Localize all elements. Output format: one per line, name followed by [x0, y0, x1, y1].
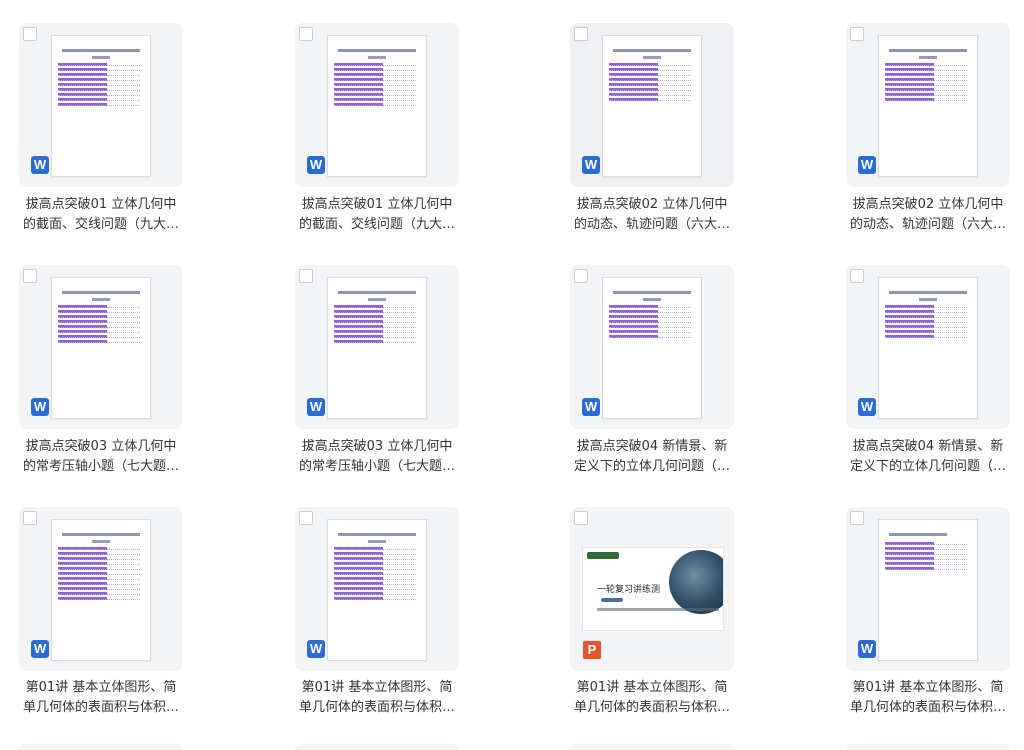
- file-thumbnail[interactable]: W: [19, 265, 183, 429]
- slide-title: 一轮复习讲练测: [597, 585, 661, 595]
- select-checkbox[interactable]: [23, 511, 37, 525]
- select-checkbox[interactable]: [850, 269, 864, 283]
- file-name-line2: 的截面、交线问题（九大…: [298, 217, 455, 232]
- document-preview: [878, 277, 978, 419]
- select-checkbox[interactable]: [23, 27, 37, 41]
- select-checkbox[interactable]: [299, 269, 313, 283]
- slide-photo: [669, 550, 723, 614]
- file-thumbnail[interactable]: W: [846, 23, 1010, 187]
- word-icon: W: [582, 398, 600, 416]
- slide-preview: 一轮复习讲练测: [582, 547, 724, 631]
- word-icon: W: [858, 640, 876, 658]
- file-name-line1: 拔高点突破03 立体几何中: [301, 439, 453, 454]
- file-name[interactable]: 拔高点突破01 立体几何中 的截面、交线问题（九大…: [295, 195, 459, 235]
- file-name-line1: 拔高点突破04 新情景、新: [852, 439, 1004, 454]
- document-preview: [602, 277, 702, 419]
- file-name-line2: 定义下的立体几何问题（…: [849, 459, 1006, 474]
- file-name-line1: 第01讲 基本立体图形、简: [301, 680, 453, 695]
- file-name-line1: 拔高点突破02 立体几何中: [852, 197, 1004, 212]
- file-thumbnail[interactable]: W: [19, 507, 183, 671]
- select-checkbox[interactable]: [23, 269, 37, 283]
- file-name-line2: 定义下的立体几何问题（…: [573, 459, 730, 474]
- file-thumbnail[interactable]: W: [846, 507, 1010, 671]
- file-name[interactable]: 拔高点突破02 立体几何中 的动态、轨迹问题（六大…: [570, 195, 734, 235]
- document-preview: [51, 35, 151, 177]
- file-name[interactable]: 第01讲 基本立体图形、简 单几何体的表面积与体积…: [295, 678, 459, 718]
- file-thumbnail-partial[interactable]: [19, 744, 183, 750]
- select-checkbox[interactable]: [850, 511, 864, 525]
- logo-icon: [587, 552, 619, 559]
- document-preview: [327, 35, 427, 177]
- file-thumbnail[interactable]: W: [570, 23, 734, 187]
- document-preview: [327, 277, 427, 419]
- file-name[interactable]: 拔高点突破02 立体几何中 的动态、轨迹问题（六大…: [846, 195, 1010, 235]
- word-icon: W: [307, 640, 325, 658]
- file-name-line2: 单几何体的表面积与体积…: [573, 700, 730, 715]
- document-preview: [327, 519, 427, 661]
- select-checkbox[interactable]: [850, 27, 864, 41]
- file-name-line1: 拔高点突破03 立体几何中: [25, 439, 177, 454]
- word-icon: W: [858, 156, 876, 174]
- file-name-line2: 单几何体的表面积与体积…: [22, 700, 179, 715]
- file-grid: W 拔高点突破01 立体几何中 的截面、交线问题（九大… W 拔高点突破01 立…: [0, 0, 1024, 750]
- file-thumbnail[interactable]: W: [295, 265, 459, 429]
- file-name-line2: 单几何体的表面积与体积…: [849, 700, 1006, 715]
- select-checkbox[interactable]: [299, 27, 313, 41]
- select-checkbox[interactable]: [574, 27, 588, 41]
- file-name[interactable]: 第01讲 基本立体图形、简 单几何体的表面积与体积…: [19, 678, 183, 718]
- file-name-line1: 第01讲 基本立体图形、简: [25, 680, 177, 695]
- file-name-line1: 拔高点突破04 新情景、新: [576, 439, 728, 454]
- file-name-line1: 拔高点突破02 立体几何中: [576, 197, 728, 212]
- file-name-line1: 第01讲 基本立体图形、简: [852, 680, 1004, 695]
- file-name[interactable]: 拔高点突破04 新情景、新 定义下的立体几何问题（…: [846, 437, 1010, 477]
- file-name-line2: 单几何体的表面积与体积…: [298, 700, 455, 715]
- file-thumbnail[interactable]: 一轮复习讲练测 P: [570, 507, 734, 671]
- file-name[interactable]: 第01讲 基本立体图形、简 单几何体的表面积与体积…: [570, 678, 734, 718]
- file-name[interactable]: 第01讲 基本立体图形、简 单几何体的表面积与体积…: [846, 678, 1010, 718]
- file-thumbnail[interactable]: W: [570, 265, 734, 429]
- file-name[interactable]: 拔高点突破01 立体几何中 的截面、交线问题（九大…: [19, 195, 183, 235]
- file-name-line2: 的常考压轴小题（七大题…: [22, 459, 179, 474]
- file-name-line1: 第01讲 基本立体图形、简: [576, 680, 728, 695]
- file-name-line2: 的动态、轨迹问题（六大…: [573, 217, 730, 232]
- document-preview: [878, 519, 978, 661]
- word-icon: W: [307, 156, 325, 174]
- select-checkbox[interactable]: [574, 269, 588, 283]
- file-thumbnail[interactable]: W: [295, 507, 459, 671]
- file-name[interactable]: 拔高点突破04 新情景、新 定义下的立体几何问题（…: [570, 437, 734, 477]
- word-icon: W: [31, 156, 49, 174]
- file-name-line1: 拔高点突破01 立体几何中: [301, 197, 453, 212]
- file-name-line2: 的常考压轴小题（七大题…: [298, 459, 455, 474]
- file-thumbnail[interactable]: W: [19, 23, 183, 187]
- file-name-line1: 拔高点突破01 立体几何中: [25, 197, 177, 212]
- word-icon: W: [858, 398, 876, 416]
- document-preview: [51, 277, 151, 419]
- file-thumbnail[interactable]: W: [846, 265, 1010, 429]
- document-preview: [602, 35, 702, 177]
- file-thumbnail[interactable]: W: [295, 23, 459, 187]
- word-icon: W: [31, 640, 49, 658]
- word-icon: W: [31, 398, 49, 416]
- select-checkbox[interactable]: [574, 511, 588, 525]
- document-preview: [51, 519, 151, 661]
- document-preview: [878, 35, 978, 177]
- select-checkbox[interactable]: [299, 511, 313, 525]
- powerpoint-icon: P: [582, 640, 602, 660]
- file-name[interactable]: 拔高点突破03 立体几何中 的常考压轴小题（七大题…: [19, 437, 183, 477]
- word-icon: W: [307, 398, 325, 416]
- file-thumbnail-partial[interactable]: [295, 744, 459, 750]
- file-name-line2: 的动态、轨迹问题（六大…: [849, 217, 1006, 232]
- file-thumbnail-partial[interactable]: [570, 744, 734, 750]
- word-icon: W: [582, 156, 600, 174]
- file-name-line2: 的截面、交线问题（九大…: [22, 217, 179, 232]
- file-name[interactable]: 拔高点突破03 立体几何中 的常考压轴小题（七大题…: [295, 437, 459, 477]
- file-thumbnail-partial[interactable]: [846, 744, 1010, 750]
